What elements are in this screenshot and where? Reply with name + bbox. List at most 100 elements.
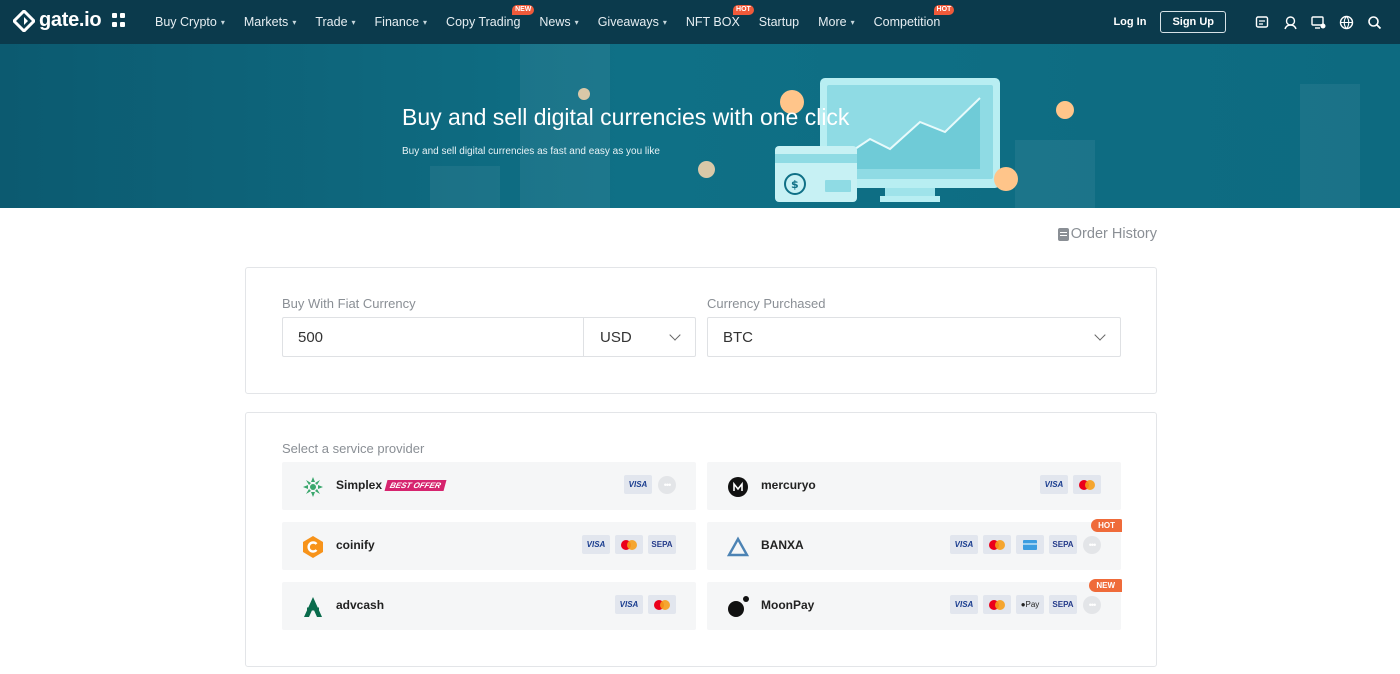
mastercard-icon [648, 595, 676, 614]
payment-methods: VISA [1035, 475, 1101, 494]
payment-methods: VISA ●Pay SEPA ••• [945, 595, 1101, 614]
caret-down-icon: ▾ [292, 17, 297, 27]
sepa-icon: SEPA [1049, 535, 1077, 554]
hero-banner: $ Buy and sell digital currencies with o… [0, 44, 1400, 208]
document-icon [1057, 227, 1069, 241]
provider-name: advcash [336, 598, 384, 612]
payment-methods: VISA ••• [619, 475, 676, 494]
search-icon[interactable] [1366, 14, 1382, 30]
nav-menu-nft-box[interactable]: NFT BOX HOT [686, 5, 754, 29]
support-icon[interactable] [1282, 14, 1298, 30]
provider-coinify[interactable]: coinify VISA SEPA [282, 522, 696, 570]
logo-text: gate.io [39, 9, 102, 31]
nav-menu-label: More [818, 15, 847, 29]
top-navbar: gate.io Buy Crypto ▾ Markets ▾ Trade ▾ Finance… [0, 0, 1400, 44]
amount-input[interactable]: 500 [282, 317, 584, 357]
nav-menu-label: Markets [243, 15, 289, 29]
more-methods-icon: ••• [1083, 595, 1101, 614]
hero-illustration: $ [775, 78, 1000, 202]
visa-icon: VISA [950, 535, 978, 554]
provider-tag-badge: HOT [1091, 519, 1122, 532]
nav-menu-more[interactable]: More ▾ [818, 15, 855, 29]
sepa-icon: SEPA [648, 535, 676, 554]
nav-badge: HOT [933, 5, 955, 15]
visa-icon: VISA [1040, 475, 1068, 494]
hero-bg-block [430, 166, 500, 208]
nav-badge: NEW [512, 5, 535, 15]
provider-name-text: Simplex [336, 478, 383, 492]
visa-icon: VISA [950, 595, 978, 614]
provider-name-text: coinify [336, 538, 375, 552]
mastercard-icon [1073, 475, 1101, 494]
nav-menu-label: Startup [758, 15, 800, 29]
providers-card: Select a service provider Simplex BEST OF… [245, 412, 1157, 667]
visa-icon: VISA [615, 595, 643, 614]
payment-methods: VISA SEPA ••• [945, 535, 1101, 554]
sepa-icon: SEPA [1049, 595, 1077, 614]
amount-value: 500 [298, 328, 324, 346]
provider-moonpay[interactable]: MoonPay VISA ●Pay SEPA ••• NEW [707, 579, 1122, 630]
provider-name-text: BANXA [761, 538, 804, 552]
caret-down-icon: ▾ [220, 17, 225, 27]
provider-advcash[interactable]: advcash VISA [282, 582, 696, 630]
nav-menu-label: Competition [873, 15, 941, 29]
apps-grid-icon[interactable] [112, 13, 126, 27]
provider-name-text: mercuryo [761, 478, 816, 492]
best-offer-badge: BEST OFFER [384, 480, 447, 491]
download-icon[interactable] [1310, 14, 1326, 30]
simplex-logo-icon [301, 475, 325, 499]
market-icon[interactable] [1254, 14, 1270, 30]
gate-logo[interactable]: gate.io [13, 9, 102, 32]
provider-banxa[interactable]: BANXA VISA SEPA ••• HOT [707, 519, 1122, 570]
moonpay-logo-icon [726, 595, 750, 619]
apple-pay-icon: ●Pay [1016, 595, 1044, 614]
chevron-down-icon [1094, 329, 1106, 341]
nav-menu-buy-crypto[interactable]: Buy Crypto ▾ [155, 15, 225, 29]
mercuryo-logo-icon [726, 475, 750, 499]
mastercard-icon [983, 535, 1011, 554]
nav-menu-label: Copy Trading [446, 15, 521, 29]
nav-menu-label: Finance [374, 15, 420, 29]
hero-dot [994, 167, 1018, 191]
nav-badge: HOT [733, 5, 754, 15]
crypto-label: Currency Purchased [707, 296, 826, 311]
nav-menu-label: News [539, 15, 571, 29]
visa-icon: VISA [582, 535, 610, 554]
crypto-currency-select[interactable]: BTC [707, 317, 1121, 357]
nav-menu-news[interactable]: News ▾ [539, 15, 578, 29]
purchase-form-card: Buy With Fiat Currency 500 USD Currency … [245, 267, 1157, 394]
payment-methods: VISA [610, 595, 676, 614]
hero-bg-block [1015, 140, 1095, 208]
main-menu: Buy Crypto ▾ Markets ▾ Trade ▾ Finance ▾ Copy Tr… [155, 0, 959, 44]
order-history-link[interactable]: Order History [1057, 226, 1157, 242]
hero-subtitle: Buy and sell digital currencies as fast … [402, 146, 660, 157]
signup-button[interactable]: Sign Up [1160, 11, 1226, 33]
bank-card-icon [1016, 535, 1044, 554]
mastercard-icon [983, 595, 1011, 614]
coinify-logo-icon [301, 535, 325, 559]
language-icon[interactable] [1338, 14, 1354, 30]
nav-menu-trade[interactable]: Trade ▾ [315, 15, 355, 29]
nav-right: Log In Sign Up [1113, 0, 1382, 44]
provider-simplex[interactable]: Simplex BEST OFFER VISA ••• [282, 462, 696, 510]
hero-dot [1056, 101, 1074, 119]
nav-menu-copy-trading[interactable]: Copy Trading NEW [446, 5, 535, 29]
nav-menu-markets[interactable]: Markets ▾ [244, 15, 296, 29]
nav-menu-competition[interactable]: Competition HOT [873, 5, 955, 29]
provider-name: Simplex BEST OFFER [336, 478, 447, 492]
nav-menu-finance[interactable]: Finance ▾ [375, 15, 428, 29]
provider-name-text: advcash [336, 598, 385, 612]
visa-icon: VISA [624, 475, 652, 494]
nav-menu-giveaways[interactable]: Giveaways ▾ [598, 15, 667, 29]
login-link[interactable]: Log In [1113, 16, 1146, 28]
caret-down-icon: ▾ [351, 17, 356, 27]
banxa-logo-icon [726, 535, 750, 559]
caret-down-icon: ▾ [574, 17, 579, 27]
hero-title: Buy and sell digital currencies with one… [402, 104, 850, 130]
caret-down-icon: ▾ [850, 17, 855, 27]
gate-logo-icon [13, 9, 35, 32]
provider-mercuryo[interactable]: mercuryo VISA [707, 462, 1121, 510]
nav-menu-startup[interactable]: Startup [759, 15, 799, 29]
fiat-currency-select[interactable]: USD [583, 317, 696, 357]
more-methods-icon: ••• [658, 475, 676, 494]
